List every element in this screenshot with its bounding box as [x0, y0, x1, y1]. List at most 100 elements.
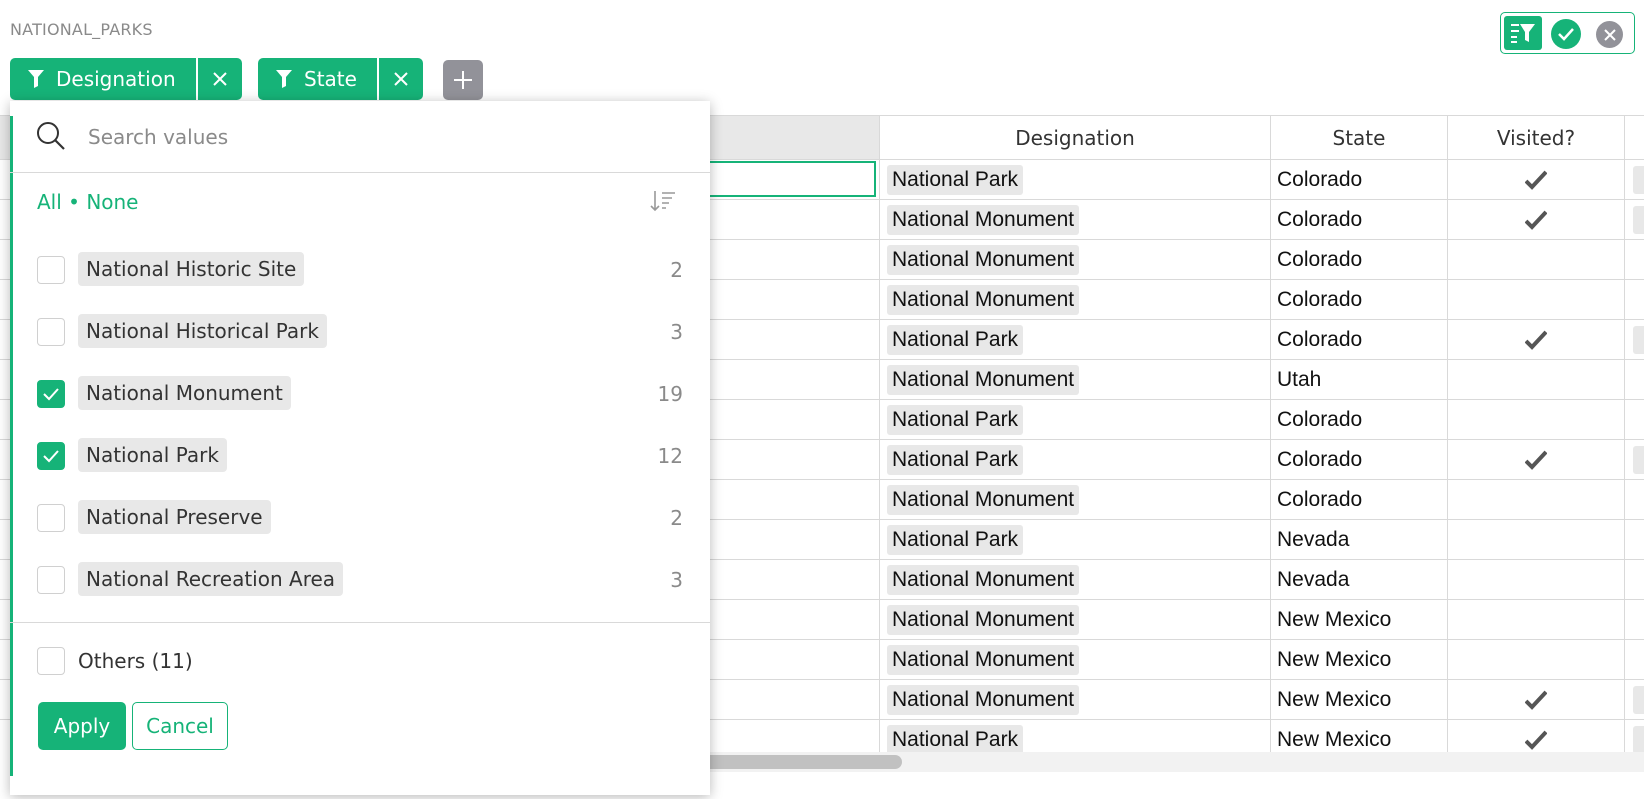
search-values-input[interactable] — [86, 117, 670, 157]
cell-designation[interactable]: National Park — [880, 440, 1271, 480]
cell-visited[interactable] — [1448, 440, 1625, 480]
sort-icon[interactable] — [650, 189, 676, 213]
column-header-next[interactable] — [1625, 115, 1644, 159]
cell-visited[interactable] — [1448, 640, 1625, 680]
cell-visited[interactable] — [1448, 240, 1625, 280]
cell-designation[interactable]: National Park — [880, 160, 1271, 200]
cell-designation[interactable]: National Monument — [880, 360, 1271, 400]
cell-next[interactable] — [1625, 720, 1644, 755]
filter-chip-state[interactable]: State — [258, 58, 423, 100]
cell-designation[interactable]: National Park — [880, 400, 1271, 440]
cell-state[interactable]: Nevada — [1271, 520, 1448, 560]
cell-designation[interactable]: National Monument — [880, 480, 1271, 520]
cell-state[interactable]: Colorado — [1271, 480, 1448, 520]
cell-state[interactable]: Colorado — [1271, 320, 1448, 360]
cell-next[interactable] — [1625, 560, 1644, 600]
cell-designation[interactable]: National Park — [880, 320, 1271, 360]
checkbox[interactable] — [37, 256, 65, 284]
cell-next[interactable] — [1625, 600, 1644, 640]
cell-next[interactable] — [1625, 160, 1644, 200]
cell-visited[interactable] — [1448, 160, 1625, 200]
cell-state[interactable]: New Mexico — [1271, 720, 1448, 755]
cell-visited[interactable] — [1448, 200, 1625, 240]
cell-visited[interactable] — [1448, 320, 1625, 360]
cell-designation[interactable]: National Monument — [880, 280, 1271, 320]
column-header-designation[interactable]: Designation — [880, 115, 1271, 159]
value-label: National Recreation Area — [78, 562, 344, 596]
cell-next[interactable] — [1625, 400, 1644, 440]
cell-state[interactable]: Colorado — [1271, 400, 1448, 440]
checkbox[interactable] — [37, 318, 65, 346]
cell-designation[interactable]: National Monument — [880, 560, 1271, 600]
checkbox[interactable] — [37, 380, 65, 408]
cell-next[interactable] — [1625, 320, 1644, 360]
cell-designation[interactable]: National Monument — [880, 680, 1271, 720]
cell-visited[interactable] — [1448, 680, 1625, 720]
checkbox[interactable] — [37, 442, 65, 470]
cancel-button[interactable]: Cancel — [132, 702, 228, 750]
cell-state[interactable]: Colorado — [1271, 280, 1448, 320]
cell-designation[interactable]: National Monument — [880, 640, 1271, 680]
cell-visited[interactable] — [1448, 520, 1625, 560]
remove-filter-button[interactable] — [197, 58, 242, 100]
cell-state[interactable]: Colorado — [1271, 440, 1448, 480]
cell-next[interactable] — [1625, 520, 1644, 560]
value-count: 2 — [670, 258, 683, 282]
cell-next[interactable] — [1625, 480, 1644, 520]
filter-value-item[interactable]: National Historic Site 2 — [10, 246, 710, 294]
cell-designation[interactable]: National Monument — [880, 240, 1271, 280]
cell-designation[interactable]: National Monument — [880, 200, 1271, 240]
cell-cursor — [700, 161, 876, 197]
filter-value-item[interactable]: National Recreation Area 3 — [10, 556, 710, 604]
column-header-state[interactable]: State — [1271, 115, 1448, 159]
filter-chip-designation-button[interactable]: Designation — [10, 58, 196, 100]
cell-state[interactable]: New Mexico — [1271, 680, 1448, 720]
value-count: 3 — [670, 320, 683, 344]
cell-visited[interactable] — [1448, 600, 1625, 640]
save-filters-button[interactable] — [1551, 19, 1581, 49]
filter-value-item[interactable]: National Monument 19 — [10, 370, 710, 418]
cell-designation[interactable]: National Park — [880, 520, 1271, 560]
select-all-link[interactable]: All — [37, 190, 62, 214]
checkbox[interactable] — [37, 566, 65, 594]
checkbox[interactable] — [37, 647, 65, 675]
revert-filters-button[interactable] — [1596, 21, 1623, 48]
filter-chip-state-button[interactable]: State — [258, 58, 377, 100]
cell-visited[interactable] — [1448, 480, 1625, 520]
cell-visited[interactable] — [1448, 280, 1625, 320]
cell-state[interactable]: Colorado — [1271, 200, 1448, 240]
toggle-filter-bar-button[interactable] — [1504, 16, 1542, 50]
cell-state[interactable]: New Mexico — [1271, 600, 1448, 640]
cell-visited[interactable] — [1448, 560, 1625, 600]
cell-next[interactable] — [1625, 240, 1644, 280]
cell-state[interactable]: Colorado — [1271, 240, 1448, 280]
cell-next[interactable] — [1625, 360, 1644, 400]
filter-value-item[interactable]: National Park 12 — [10, 432, 710, 480]
cell-visited[interactable] — [1448, 360, 1625, 400]
add-filter-button[interactable] — [443, 60, 483, 100]
filter-value-item[interactable]: National Preserve 2 — [10, 494, 710, 542]
filter-value-item[interactable]: National Historical Park 3 — [10, 308, 710, 356]
cell-state[interactable]: New Mexico — [1271, 640, 1448, 680]
cell-next[interactable] — [1625, 280, 1644, 320]
cell-next[interactable] — [1625, 440, 1644, 480]
cell-designation[interactable]: National Monument — [880, 600, 1271, 640]
column-header-visited[interactable]: Visited? — [1448, 115, 1625, 159]
cell-state[interactable]: Colorado — [1271, 160, 1448, 200]
apply-button[interactable]: Apply — [38, 702, 126, 750]
cell-next[interactable] — [1625, 680, 1644, 720]
others-item[interactable]: Others (11) — [10, 637, 710, 685]
select-none-link[interactable]: None — [86, 190, 138, 214]
checkbox[interactable] — [37, 504, 65, 532]
cell-next[interactable] — [1625, 200, 1644, 240]
cell-visited[interactable] — [1448, 720, 1625, 755]
cell-designation[interactable]: National Park — [880, 720, 1271, 755]
cell-next[interactable] — [1625, 640, 1644, 680]
filter-chip-designation[interactable]: Designation — [10, 58, 242, 100]
cell-state[interactable]: Nevada — [1271, 560, 1448, 600]
value-label: National Preserve — [78, 500, 271, 534]
remove-filter-button[interactable] — [378, 58, 423, 100]
horizontal-scrollbar-thumb[interactable] — [690, 755, 902, 769]
cell-visited[interactable] — [1448, 400, 1625, 440]
cell-state[interactable]: Utah — [1271, 360, 1448, 400]
